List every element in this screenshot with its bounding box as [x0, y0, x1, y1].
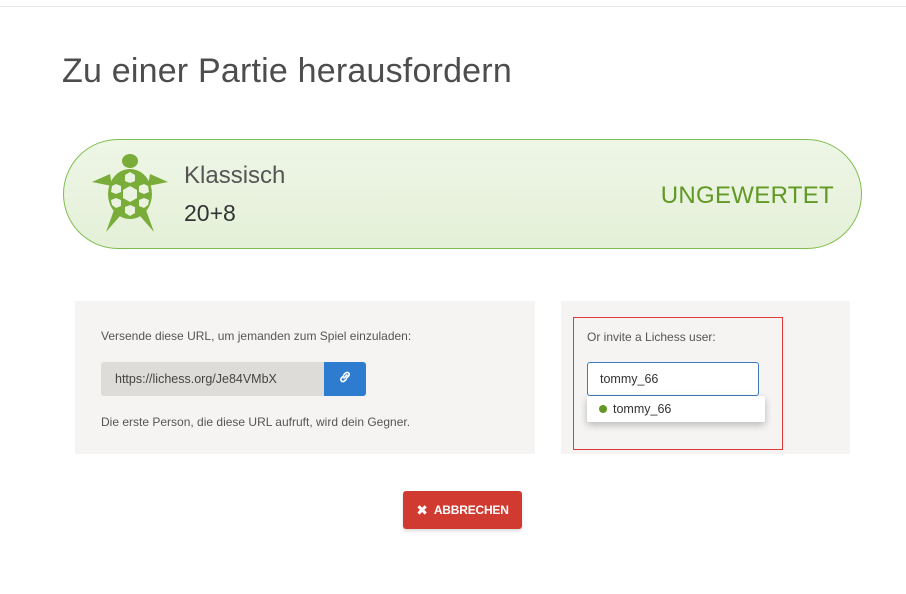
rated-mode-label: UNGEWERTET	[660, 182, 834, 209]
suggestion-username: tommy_66	[613, 402, 672, 416]
invite-user-panel: Or invite a Lichess user: tommy_66	[561, 301, 850, 454]
cancel-button[interactable]: ✖ ABBRECHEN	[403, 491, 522, 529]
variant-name: Klassisch	[184, 162, 286, 189]
copy-url-button[interactable]	[324, 362, 366, 396]
username-suggestions: tommy_66	[587, 396, 765, 422]
username-input[interactable]	[587, 362, 759, 396]
game-summary-card: Klassisch 20+8 UNGEWERTET	[63, 139, 862, 249]
time-control: 20+8	[184, 200, 236, 226]
url-instruction: Versende diese URL, um jemanden zum Spie…	[101, 329, 412, 343]
link-icon	[338, 370, 352, 389]
page-title: Zu einer Partie herausfordern	[62, 52, 512, 90]
cancel-button-label: ABBRECHEN	[433, 503, 509, 517]
url-share-panel: Versende diese URL, um jemanden zum Spie…	[75, 301, 535, 454]
top-divider	[0, 6, 906, 7]
invite-label: Or invite a Lichess user:	[587, 330, 716, 344]
challenge-url-field[interactable]: https://lichess.org/Je84VMbX	[101, 362, 325, 396]
online-status-icon	[599, 405, 607, 413]
url-hint: Die erste Person, die diese URL aufruft,…	[101, 415, 411, 429]
turtle-icon	[90, 152, 170, 238]
suggestion-item[interactable]: tommy_66	[587, 396, 765, 422]
close-icon: ✖	[416, 501, 428, 518]
